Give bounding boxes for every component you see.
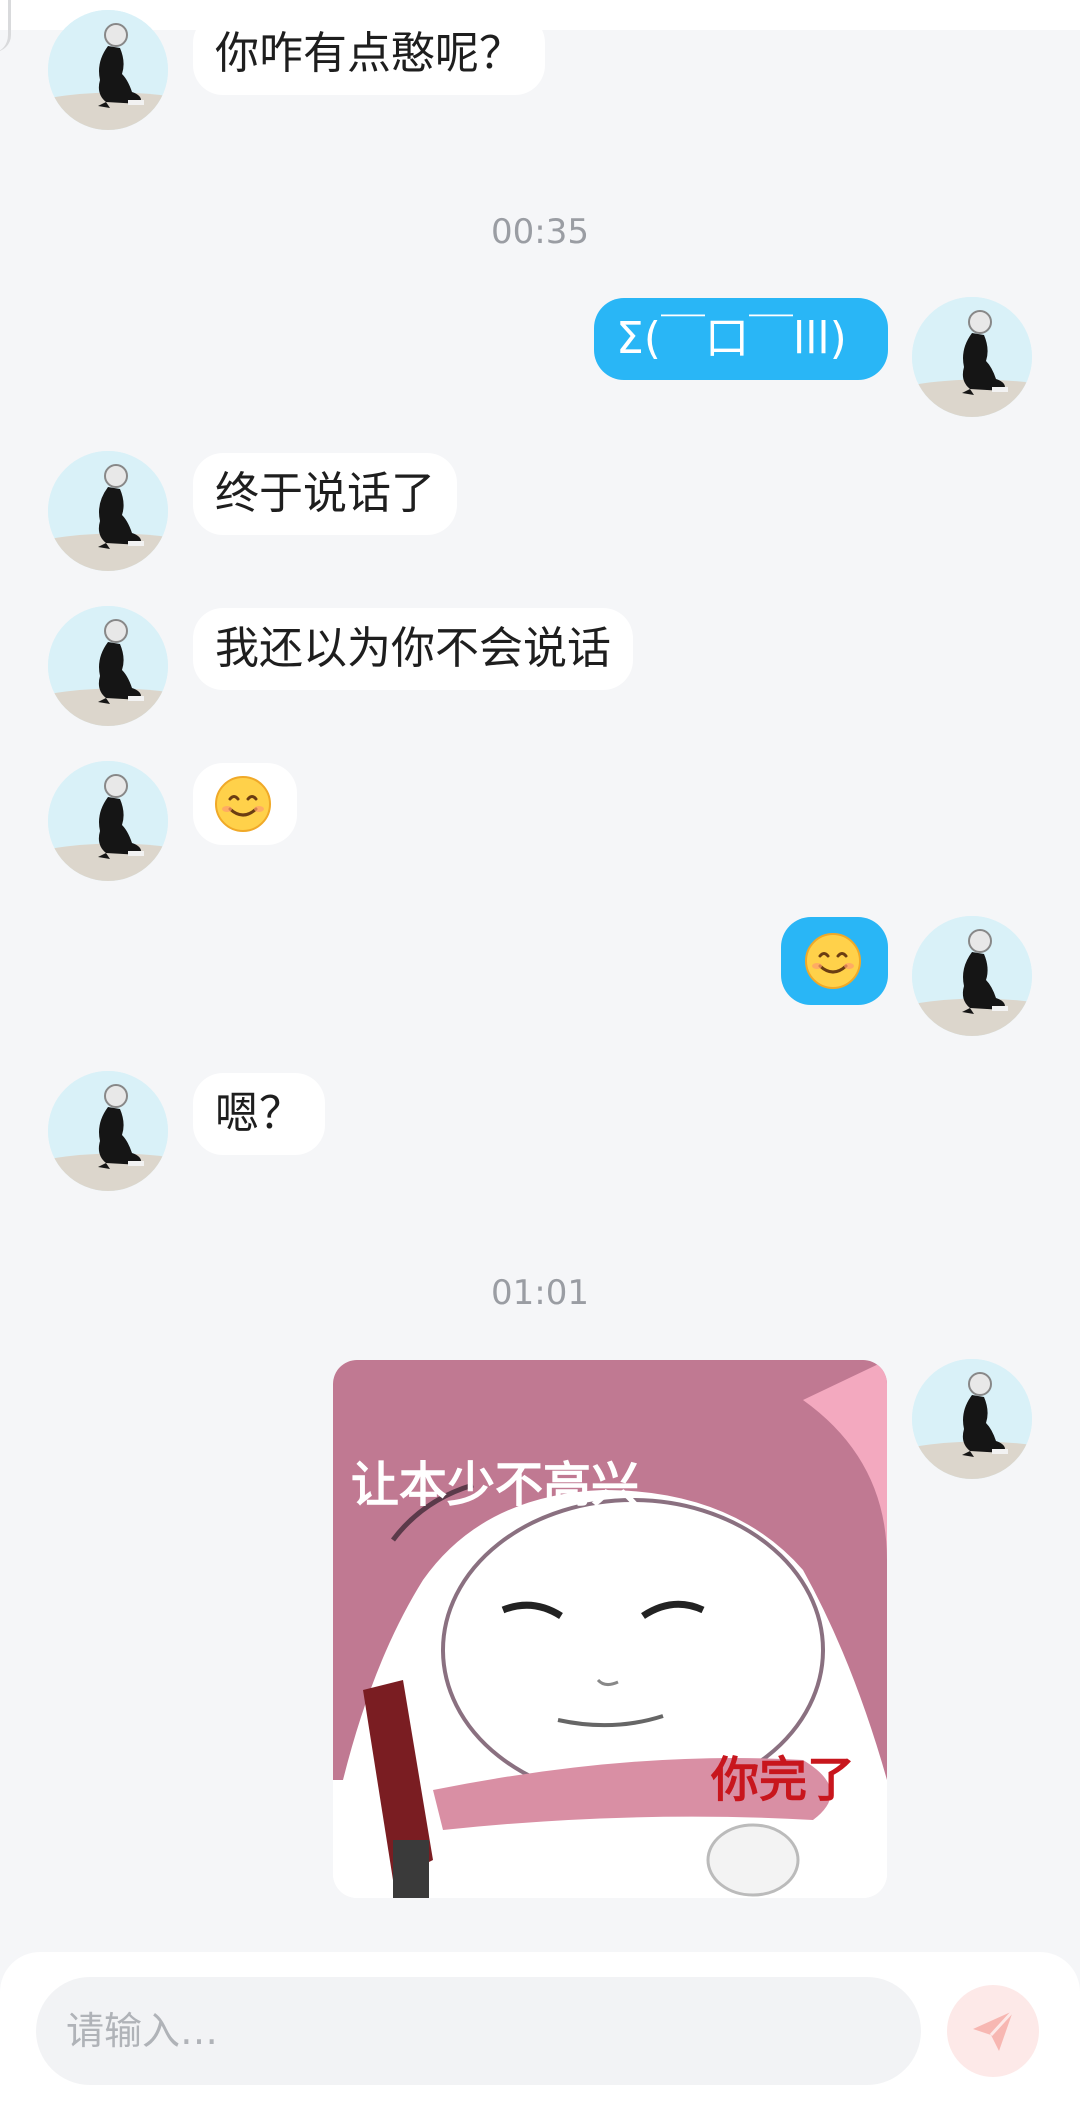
avatar[interactable] (48, 451, 168, 571)
avatar-image (912, 916, 1032, 1036)
message-bubble-incoming[interactable]: 我还以为你不会说话 (193, 608, 633, 690)
message-text: 嗯？ (215, 1088, 303, 1139)
avatar-image (912, 297, 1032, 417)
message-text: 你咋有点憨呢？ (215, 28, 523, 79)
edge-decoration (0, 0, 11, 52)
avatar[interactable] (912, 1359, 1032, 1479)
avatar[interactable] (912, 297, 1032, 417)
avatar-image (48, 1071, 168, 1191)
sticker-message[interactable]: 让本少不高兴 你完了 (333, 1360, 887, 1898)
smiling-face-emoji-icon (213, 774, 273, 834)
message-bubble-incoming[interactable]: 终于说话了 (193, 453, 457, 535)
message-bubble-incoming[interactable] (193, 763, 297, 845)
avatar-image (48, 761, 168, 881)
sticker-caption-bottom: 你完了 (711, 1752, 856, 1808)
avatar-image (48, 451, 168, 571)
avatar[interactable] (48, 606, 168, 726)
avatar-image (48, 606, 168, 726)
send-button[interactable] (947, 1985, 1039, 2077)
timestamp: 01:01 (491, 1273, 589, 1313)
avatar[interactable] (48, 10, 168, 130)
message-bubble-incoming[interactable]: 你咋有点憨呢？ (193, 13, 545, 95)
avatar[interactable] (912, 916, 1032, 1036)
message-bubble-outgoing[interactable] (781, 917, 888, 1005)
pink-hood-meme-sticker-icon (333, 1360, 887, 1898)
avatar-image (48, 10, 168, 130)
message-text: 我还以为你不会说话 (215, 623, 611, 674)
message-text: Σ(￣口￣lll) (616, 313, 847, 364)
message-input[interactable] (36, 1977, 921, 2085)
message-bubble-outgoing[interactable]: Σ(￣口￣lll) (594, 298, 888, 380)
message-bubble-incoming[interactable]: 嗯？ (193, 1073, 325, 1155)
smiling-face-emoji-icon (803, 931, 863, 991)
paper-plane-icon (973, 2009, 1015, 2051)
message-text: 终于说话了 (215, 468, 435, 519)
chat-screen: 你咋有点憨呢？ 00:35 Σ(￣口￣lll) 终于说话了 我还以为你不会说话 … (0, 0, 1080, 2128)
timestamp: 00:35 (491, 212, 589, 252)
avatar[interactable] (48, 1071, 168, 1191)
message-composer (0, 1952, 1080, 2128)
avatar[interactable] (48, 761, 168, 881)
sticker-caption-top: 让本少不高兴 (351, 1457, 640, 1513)
avatar-image (912, 1359, 1032, 1479)
